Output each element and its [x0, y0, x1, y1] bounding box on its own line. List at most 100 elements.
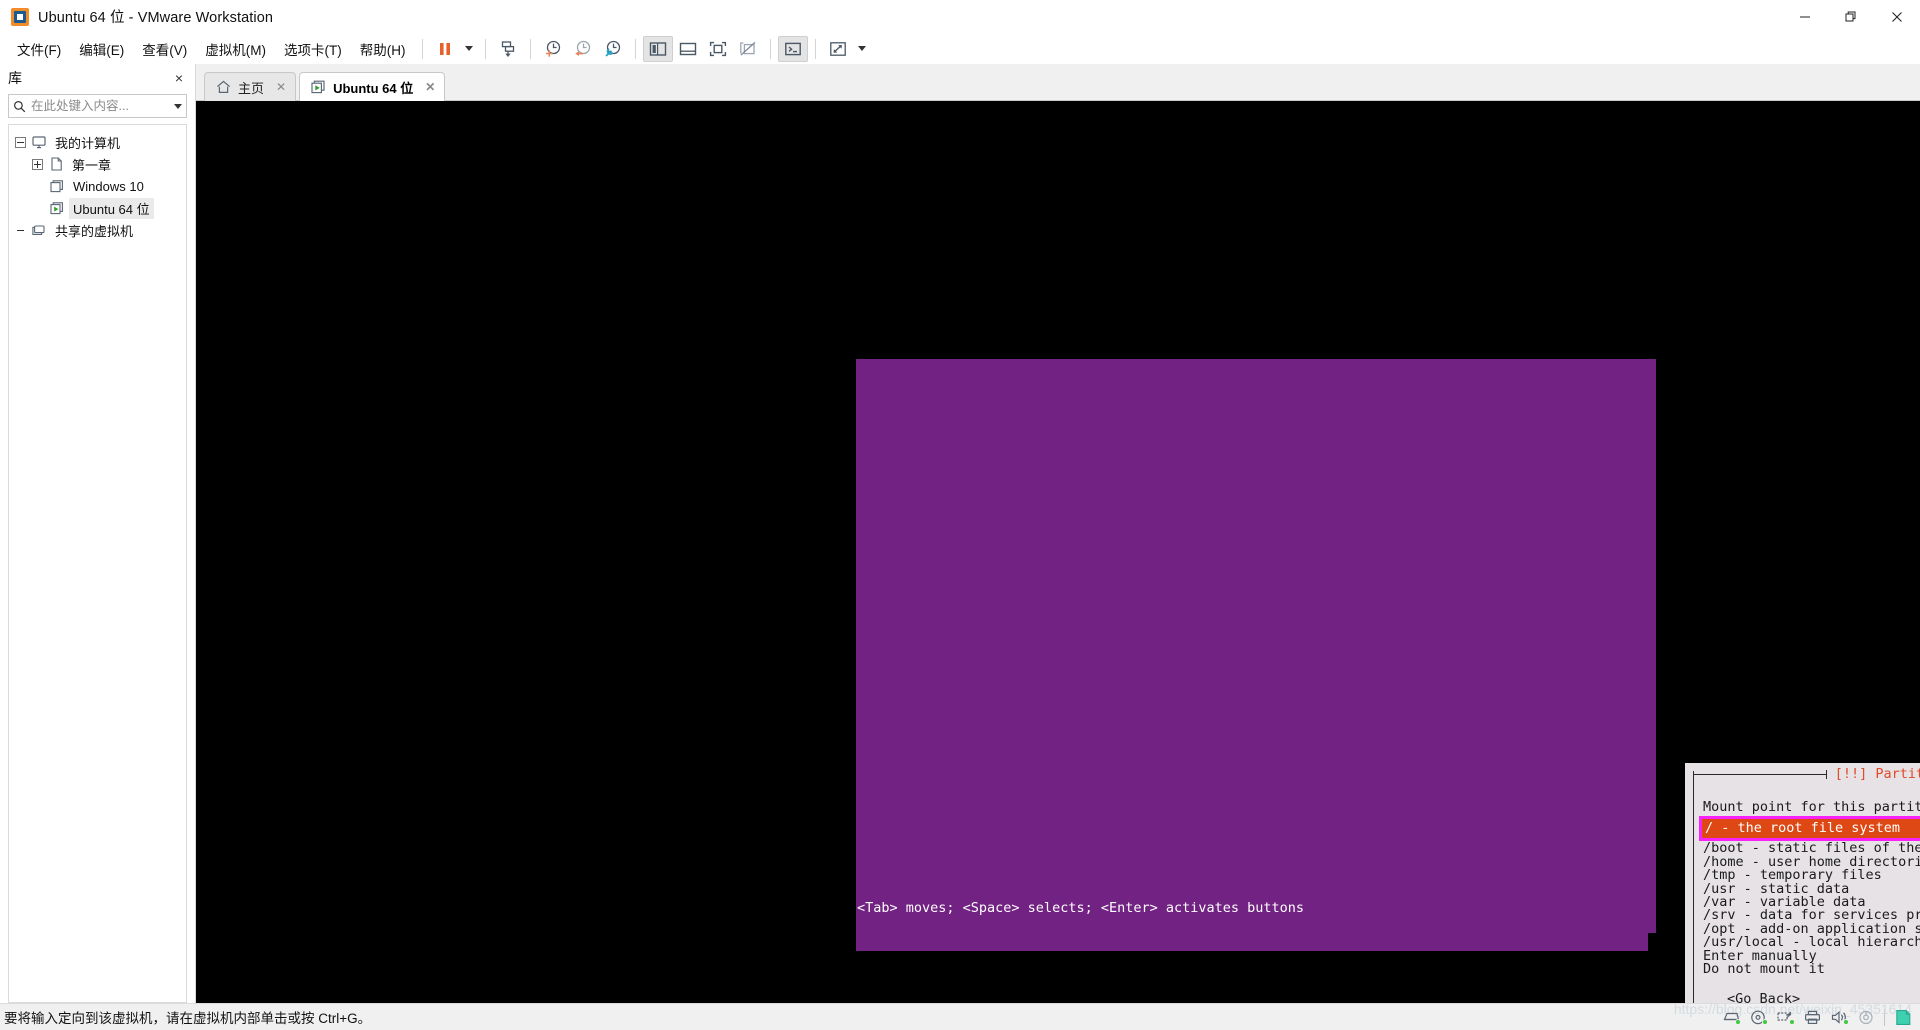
tree-item-label: Ubuntu 64 位: [69, 197, 154, 219]
tree-item-label: Windows 10: [73, 178, 144, 194]
search-input[interactable]: [31, 99, 169, 113]
stretch-guest-button[interactable]: [823, 36, 853, 62]
window-title: Ubuntu 64 位 - VMware Workstation: [38, 10, 274, 26]
console-view-icon: [784, 42, 801, 55]
toolbar-separator: [634, 38, 636, 59]
message-log-icon[interactable]: [1894, 1009, 1912, 1025]
tab-label: Ubuntu 64 位: [333, 80, 414, 96]
tree-item-chapter-one[interactable]: 第一章: [9, 153, 186, 175]
tree-item-my-computer[interactable]: 我的计算机: [9, 131, 186, 153]
library-title: 库: [8, 70, 22, 86]
menu-tabs[interactable]: 选项卡(T): [275, 35, 351, 63]
menu-vm[interactable]: 虚拟机(M): [196, 35, 275, 63]
minimize-button[interactable]: [1782, 0, 1828, 33]
connected-indicator: [1762, 1019, 1768, 1025]
dialog-title: [!!] Partition disks: [1834, 766, 1920, 782]
network-adapter-icon[interactable]: [1776, 1009, 1795, 1025]
send-ctrl-alt-del-icon: [501, 40, 514, 57]
expander-spacer: [15, 225, 26, 236]
my-computer-icon: [31, 135, 47, 149]
snapshot-take-icon: [545, 40, 560, 57]
expander-collapse-icon[interactable]: [15, 136, 26, 148]
printer-icon[interactable]: [1803, 1009, 1821, 1025]
snapshot-manager-icon: [604, 40, 620, 57]
menu-edit[interactable]: 编辑(E): [70, 35, 133, 63]
console-view-button[interactable]: [777, 35, 808, 62]
library-sidebar: 库 × 在此处键入内容... 我的计算机 第一章 Windows 10 Ubun…: [0, 64, 196, 1003]
tree-item-label: 共享的虚拟机: [55, 223, 134, 239]
unity-mode-button[interactable]: [733, 36, 763, 62]
toolbar-separator: [769, 38, 771, 59]
shared-vms-icon: [31, 224, 47, 237]
library-search-box[interactable]: [8, 94, 187, 118]
go-back-button[interactable]: <Go Back>: [1703, 992, 1920, 1003]
tab-home[interactable]: 主页 ✕: [204, 72, 297, 101]
vm-console-view[interactable]: [!!] Partition disks Mount point for thi…: [196, 101, 1920, 1003]
mount-option-do-not-mount[interactable]: Do not mount it: [1703, 962, 1920, 976]
show-library-button[interactable]: [642, 35, 673, 62]
connected-indicator: [1843, 1019, 1849, 1025]
tree-item-label: 我的计算机: [55, 135, 121, 151]
statusbar-device-icons: https://blog.csdn.net/weixin_45351614: [1674, 1001, 1920, 1026]
vm-running-icon: [311, 80, 325, 94]
close-button[interactable]: [1874, 0, 1920, 33]
take-snapshot-button[interactable]: [538, 36, 568, 62]
vm-icon: [49, 179, 65, 193]
tabstrip: 主页 ✕ Ubuntu 64 位 ✕: [196, 64, 1920, 101]
stretch-dropdown-button[interactable]: [853, 36, 871, 62]
toolbar-separator: [814, 38, 816, 59]
tab-close-icon[interactable]: ✕: [425, 80, 435, 94]
send-ctrl-alt-del-button[interactable]: [493, 36, 523, 62]
tree-item-ubuntu-64[interactable]: Ubuntu 64 位: [9, 197, 186, 219]
enter-fullscreen-button[interactable]: [703, 36, 733, 62]
pause-button[interactable]: [430, 36, 460, 62]
stretch-guest-icon: [829, 41, 846, 56]
menu-file[interactable]: 文件(F): [8, 35, 70, 63]
partition-disks-dialog[interactable]: [!!] Partition disks Mount point for thi…: [1685, 763, 1920, 1003]
dialog-prompt: Mount point for this partition:: [1703, 799, 1920, 815]
main-area: 主页 ✕ Ubuntu 64 位 ✕ [!!] Parti Mount poin…: [196, 64, 1920, 1003]
show-library-icon: [649, 41, 666, 56]
snapshot-revert-icon: [574, 40, 590, 56]
chevron-down-icon: [857, 46, 866, 51]
show-thumbnail-bar-button[interactable]: [673, 36, 703, 62]
pause-icon: [439, 42, 450, 55]
library-search-wrapper: [0, 92, 195, 124]
toolbar-separator: [421, 38, 423, 59]
dialog-titlebar: [!!] Partition disks: [1693, 764, 1920, 784]
expander-expand-icon[interactable]: [32, 158, 43, 170]
tree-item-shared-vms[interactable]: 共享的虚拟机: [9, 219, 186, 241]
tree-item-windows-10[interactable]: Windows 10: [9, 175, 186, 197]
snapshot-manager-button[interactable]: [598, 36, 628, 62]
menu-help[interactable]: 帮助(H): [351, 35, 415, 63]
cd-dvd-icon[interactable]: [1749, 1009, 1768, 1025]
maximize-restore-button[interactable]: [1828, 0, 1874, 33]
tab-label: 主页: [238, 80, 265, 96]
ubuntu-installer-screen[interactable]: [!!] Partition disks Mount point for thi…: [856, 359, 1920, 1003]
pause-dropdown-button[interactable]: [460, 36, 478, 62]
chevron-down-icon: [464, 46, 473, 51]
tab-ubuntu-64[interactable]: Ubuntu 64 位 ✕: [299, 72, 446, 101]
library-tree: 我的计算机 第一章 Windows 10 Ubuntu 64 位 共享的虚拟机: [8, 124, 187, 1003]
vmware-logo-icon: [11, 7, 29, 26]
fullscreen-icon: [709, 41, 726, 56]
sound-card-icon[interactable]: [1830, 1009, 1849, 1025]
statusbar-separator: [1884, 1008, 1885, 1026]
chevron-down-icon[interactable]: [174, 103, 182, 109]
selected-mount-option[interactable]: / - the root file system: [1702, 819, 1920, 838]
library-header: 库 ×: [0, 64, 195, 92]
toolbar-separator: [529, 38, 531, 59]
toolbar-separator: [484, 38, 486, 59]
menubar: 文件(F) 编辑(E) 查看(V) 虚拟机(M) 选项卡(T) 帮助(H): [0, 33, 1920, 64]
vm-running-icon: [49, 201, 65, 215]
statusbar-message: 要将输入定向到该虚拟机，请在虚拟机内部单击或按 Ctrl+G。: [4, 1011, 372, 1026]
search-icon: [14, 100, 26, 112]
menu-view[interactable]: 查看(V): [133, 35, 196, 63]
window-controls: [1782, 0, 1920, 33]
hard-disk-icon[interactable]: [1722, 1009, 1741, 1025]
usb-controller-icon[interactable]: [1857, 1009, 1875, 1025]
show-thumbnail-bar-icon: [679, 42, 696, 55]
tab-close-icon[interactable]: ✕: [276, 80, 286, 94]
revert-snapshot-button[interactable]: [568, 36, 598, 62]
library-close-button[interactable]: ×: [171, 70, 187, 86]
